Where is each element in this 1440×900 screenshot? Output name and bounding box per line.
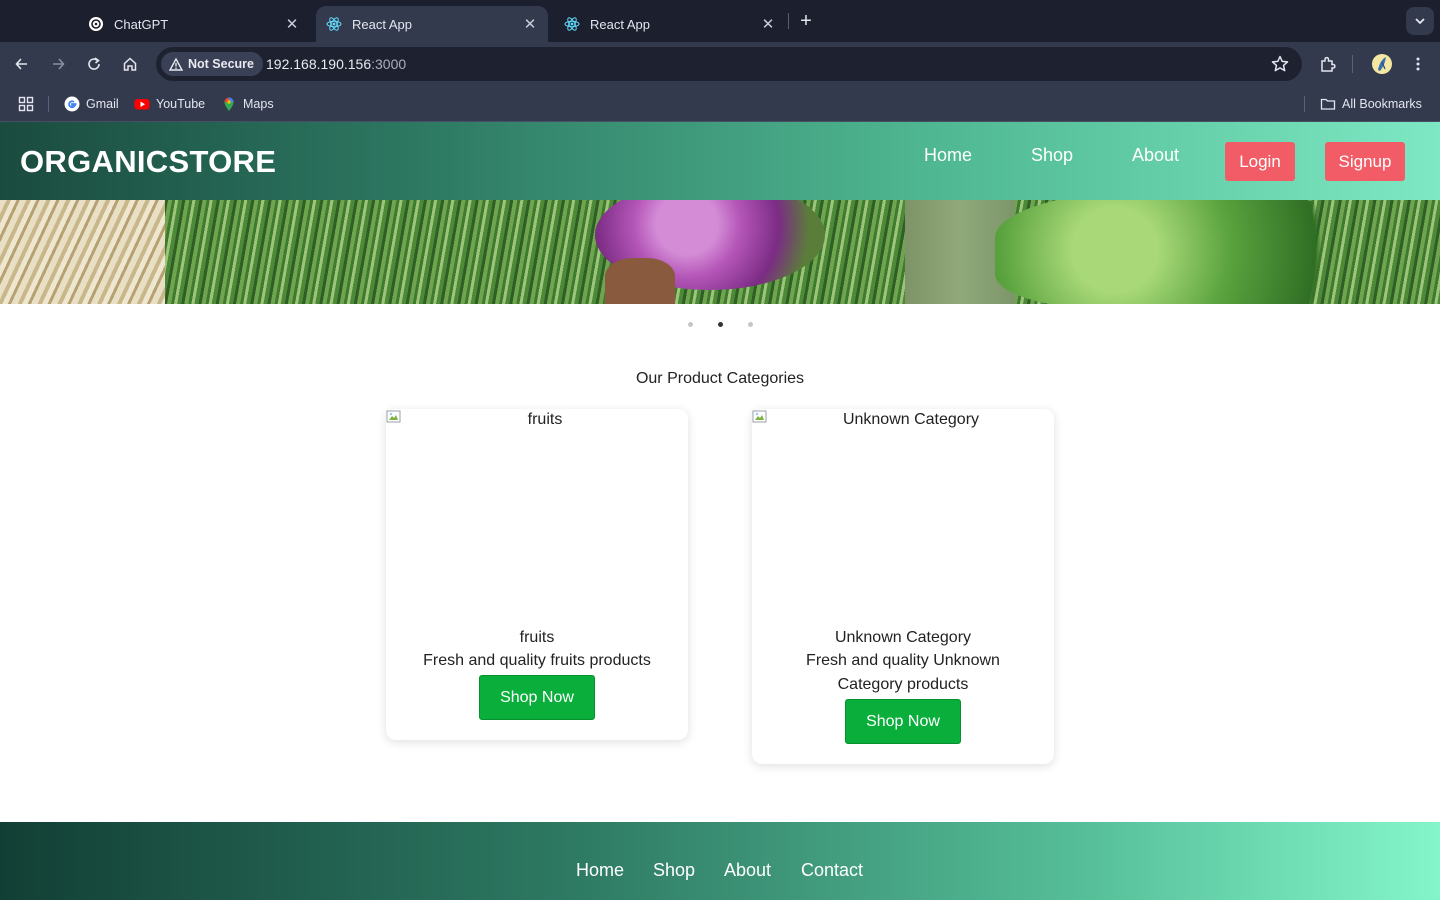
apps-grid-icon — [18, 96, 34, 112]
carousel-dot[interactable] — [688, 322, 693, 327]
maps-icon — [221, 96, 237, 112]
tab-chatgpt[interactable]: ChatGPT ✕ — [78, 6, 310, 42]
folder-icon — [1320, 96, 1336, 112]
footer-link-shop[interactable]: Shop — [653, 860, 695, 881]
tab-search-button[interactable] — [1406, 7, 1434, 35]
arrow-left-icon — [15, 58, 27, 70]
toolbar-divider — [1352, 55, 1353, 73]
shop-now-button[interactable]: Shop Now — [479, 675, 595, 720]
carousel-dot[interactable] — [748, 322, 753, 327]
broken-image-icon — [386, 410, 401, 423]
avatar-icon — [1372, 54, 1392, 74]
category-name: fruits — [519, 629, 555, 646]
bookmarks-bar: Gmail YouTube Maps All Bookmarks — [0, 86, 1440, 122]
hero-carousel-image — [0, 200, 1440, 304]
tab-react-app[interactable]: React App ✕ — [554, 6, 786, 42]
site-logo[interactable]: ORGANICSTORE — [20, 144, 276, 180]
hand-shape — [605, 258, 675, 304]
nav-link-home[interactable]: Home — [924, 145, 972, 166]
browser-menu-button[interactable] — [1404, 50, 1432, 78]
bookmark-maps[interactable]: Maps — [221, 95, 274, 113]
bookmark-label: YouTube — [156, 97, 206, 111]
react-icon — [326, 16, 342, 32]
broken-image-icon — [752, 410, 767, 423]
chevron-down-icon — [1415, 18, 1425, 25]
image-alt-text: Unknown Category — [842, 411, 980, 428]
url-text[interactable]: 192.168.190.156:3000 — [266, 56, 406, 72]
url-port: :3000 — [371, 56, 407, 72]
home-icon — [123, 57, 137, 71]
nav-link-shop[interactable]: Shop — [1031, 145, 1073, 166]
tab-divider — [788, 13, 789, 29]
site-navbar: ORGANICSTORE Home Shop About Login Signu… — [0, 122, 1440, 200]
security-indicator[interactable]: Not Secure — [161, 52, 263, 76]
tab-title: React App — [352, 16, 412, 32]
tab-title: ChatGPT — [114, 16, 169, 32]
bookmark-star-icon[interactable] — [1270, 54, 1290, 74]
hero-beans-image — [0, 200, 165, 304]
extensions-button[interactable] — [1314, 50, 1342, 78]
bookmark-youtube[interactable]: YouTube — [134, 95, 205, 113]
youtube-icon — [134, 96, 150, 112]
more-vertical-icon — [1416, 57, 1420, 71]
tab-title: React App — [590, 16, 650, 32]
hero-vegetables-image — [165, 200, 1440, 304]
reload-icon — [88, 57, 100, 70]
web-page: ORGANICSTORE Home Shop About Login Signu… — [0, 122, 1440, 900]
all-bookmarks-button[interactable]: All Bookmarks — [1320, 95, 1422, 113]
bookmark-label: Gmail — [86, 97, 119, 111]
signup-button[interactable]: Signup — [1325, 142, 1405, 181]
category-description: Fresh and quality Unknown Category produ… — [806, 652, 1000, 693]
close-tab-icon[interactable]: ✕ — [758, 14, 778, 34]
footer-link-contact[interactable]: Contact — [801, 860, 863, 881]
category-card-fruits: fruits fruits Fresh and quality fruits p… — [386, 409, 688, 740]
close-tab-icon[interactable]: ✕ — [282, 14, 302, 34]
category-card-unknown: Unknown Category Unknown Category Fresh … — [752, 409, 1054, 764]
apps-button[interactable] — [18, 95, 34, 113]
reload-button[interactable] — [80, 50, 108, 78]
all-bookmarks-label: All Bookmarks — [1342, 97, 1422, 111]
warning-icon — [169, 57, 183, 71]
new-tab-button[interactable]: + — [794, 9, 818, 33]
browser-toolbar: Not Secure 192.168.190.156:3000 — [0, 42, 1440, 86]
url-host: 192.168.190.156 — [266, 56, 372, 72]
close-tab-icon[interactable]: ✕ — [520, 14, 540, 34]
categories-heading: Our Product Categories — [635, 370, 805, 387]
home-button[interactable] — [116, 50, 144, 78]
google-icon — [64, 96, 80, 112]
category-image: Unknown Category — [752, 409, 1054, 621]
carousel-indicators — [0, 314, 1440, 334]
category-name: Unknown Category — [834, 629, 972, 646]
footer-link-home[interactable]: Home — [576, 860, 624, 881]
react-icon — [564, 16, 580, 32]
category-description: Fresh and quality fruits products — [423, 652, 651, 669]
forward-button[interactable] — [44, 50, 72, 78]
security-label: Not Secure — [188, 57, 254, 71]
puzzle-icon — [1321, 56, 1336, 72]
chatgpt-icon — [88, 16, 104, 32]
browser-tab-strip: ChatGPT ✕ React App ✕ React App ✕ + — [0, 0, 1440, 42]
shop-now-button[interactable]: Shop Now — [845, 699, 961, 744]
bookmark-label: Maps — [243, 97, 274, 111]
greens-shape — [995, 200, 1395, 304]
tab-react-app-active[interactable]: React App ✕ — [316, 6, 548, 42]
category-image: fruits — [386, 409, 688, 621]
carousel-dot-active[interactable] — [718, 322, 723, 327]
arrow-right-icon — [53, 58, 65, 70]
back-button[interactable] — [8, 50, 36, 78]
login-button[interactable]: Login — [1225, 142, 1295, 181]
footer-link-about[interactable]: About — [724, 860, 771, 881]
bookmark-gmail[interactable]: Gmail — [64, 95, 119, 113]
nav-link-about[interactable]: About — [1132, 145, 1179, 166]
bookmarks-divider — [1304, 96, 1305, 112]
bookmarks-divider — [48, 96, 49, 112]
site-footer: Home Shop About Contact — [0, 822, 1440, 900]
address-bar[interactable]: Not Secure 192.168.190.156:3000 — [156, 47, 1302, 81]
image-alt-text: fruits — [527, 411, 563, 428]
profile-avatar[interactable] — [1368, 50, 1396, 78]
